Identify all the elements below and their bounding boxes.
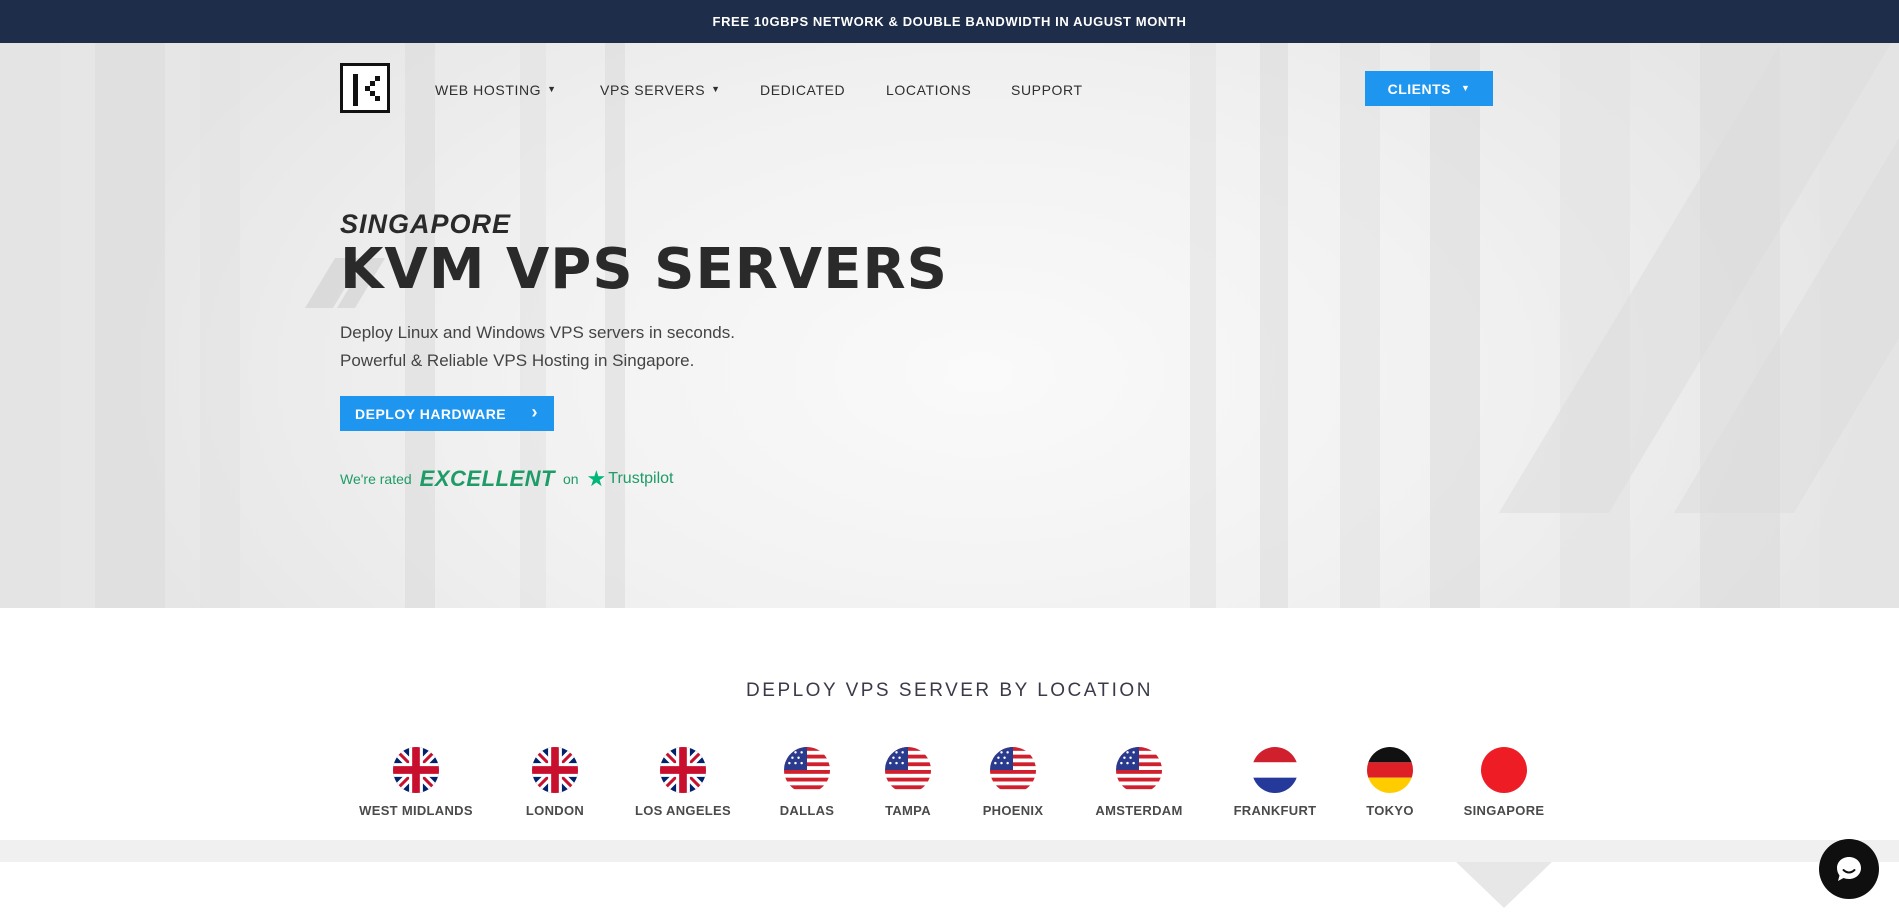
japan-flag-icon [1481, 747, 1527, 793]
nav-dedicated-label: DEDICATED [760, 82, 846, 98]
hero-subtitle-line-2: Powerful & Reliable VPS Hosting in Singa… [340, 351, 695, 370]
locations-title: DEPLOY VPS SERVER BY LOCATION [746, 680, 1153, 701]
nav-vps-servers[interactable]: VPS SERVERS ▼ [600, 82, 721, 98]
us-flag-icon [990, 747, 1036, 793]
uk-flag-icon [532, 747, 578, 793]
star-icon: ★ [586, 466, 607, 491]
trust-rating-text: EXCELLENT [419, 466, 555, 491]
section-pointer [1456, 862, 1552, 908]
location-amsterdam[interactable]: AMSTERDAM [1074, 747, 1204, 818]
nav-support[interactable]: SUPPORT [1011, 82, 1083, 98]
nav-locations[interactable]: LOCATIONS [886, 82, 971, 98]
trustpilot-rating[interactable]: We're rated EXCELLENT on ★ Trustpilot [340, 466, 673, 492]
us-flag-icon [1116, 747, 1162, 793]
location-los-angeles[interactable]: LOS ANGELES [618, 747, 748, 818]
trust-rated-text: We're rated [340, 471, 412, 487]
trust-on-text: on [562, 471, 579, 487]
nav-vps-servers-label: VPS SERVERS [600, 82, 706, 98]
location-phoenix[interactable]: PHOENIX [948, 747, 1078, 818]
netherlands-flag-icon [1252, 747, 1298, 793]
announcement-text: FREE 10GBPS NETWORK & DOUBLE BANDWIDTH I… [712, 14, 1187, 29]
nav-locations-label: LOCATIONS [886, 82, 972, 98]
chat-bubble-icon [1837, 857, 1861, 881]
site-logo[interactable] [340, 63, 390, 113]
deploy-hardware-button[interactable]: DEPLOY HARDWARE › [340, 396, 554, 431]
main-nav: WEB HOSTING ▼ VPS SERVERS ▼ DEDICATED LO… [0, 43, 1899, 133]
uk-flag-icon [660, 747, 706, 793]
location-west-midlands[interactable]: WEST MIDLANDS [351, 747, 481, 818]
location-singapore[interactable]: SINGAPORE [1439, 747, 1569, 818]
nav-web-hosting-label: WEB HOSTING [435, 82, 542, 98]
location-name: AMSTERDAM [1095, 803, 1183, 818]
hero-kicker: SINGAPORE [340, 209, 512, 239]
location-name: WEST MIDLANDS [359, 803, 473, 818]
announcement-bar: FREE 10GBPS NETWORK & DOUBLE BANDWIDTH I… [0, 0, 1899, 43]
uk-flag-icon [393, 747, 439, 793]
location-name: TOKYO [1366, 803, 1414, 818]
location-frankfurt[interactable]: FRANKFURT [1210, 747, 1340, 818]
nav-dedicated[interactable]: DEDICATED [760, 82, 845, 98]
us-flag-icon [784, 747, 830, 793]
location-name: LONDON [525, 803, 585, 818]
location-name: PHOENIX [982, 803, 1044, 818]
us-flag-icon [885, 747, 931, 793]
chevron-down-icon: ▼ [547, 84, 557, 94]
nav-web-hosting[interactable]: WEB HOSTING ▼ [435, 82, 557, 98]
nav-support-label: SUPPORT [1011, 82, 1083, 98]
location-name: FRANKFURT [1233, 803, 1317, 818]
chevron-down-icon: ▼ [711, 84, 721, 94]
clients-button[interactable]: CLIENTS ▼ [1365, 71, 1493, 106]
trustpilot-brand: Trustpilot [608, 470, 674, 487]
clients-label: CLIENTS [1387, 80, 1451, 97]
germany-flag-icon [1367, 747, 1413, 793]
trustpilot-logo: ★ Trustpilot [587, 468, 674, 490]
location-london[interactable]: LONDON [490, 747, 620, 818]
location-tokyo[interactable]: TOKYO [1325, 747, 1455, 818]
caret-down-icon: ▼ [1460, 82, 1471, 93]
deploy-hardware-label: DEPLOY HARDWARE [355, 405, 507, 422]
hero-headline: KVM VPS SERVERS [340, 237, 948, 302]
section-divider [0, 840, 1899, 862]
location-name: SINGAPORE [1463, 803, 1545, 818]
locations-list: WEST MIDLANDS LONDON LOS ANGELES DALLAS … [0, 747, 1899, 827]
k-logo-icon [353, 74, 380, 106]
hero-subtitle-line-1: Deploy Linux and Windows VPS servers in … [340, 323, 735, 342]
location-name: LOS ANGELES [635, 803, 731, 818]
chevron-right-icon: › [531, 402, 538, 422]
chat-widget-button[interactable] [1819, 839, 1879, 899]
